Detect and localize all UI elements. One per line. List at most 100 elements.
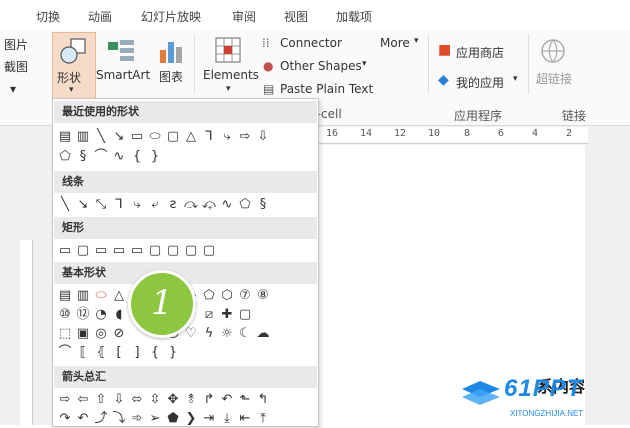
paste-plain-text-button[interactable]: Paste Plain Text <box>280 82 373 96</box>
cloud-icon[interactable]: ☁ <box>255 326 271 342</box>
left-brace-icon[interactable]: { <box>147 345 163 361</box>
arrow-line-icon[interactable]: ↘ <box>75 197 91 213</box>
tab-animations[interactable]: 动画 <box>88 8 112 25</box>
freeform-icon[interactable]: ⬠ <box>237 197 253 213</box>
rectangle-icon[interactable]: ▭ <box>57 243 73 259</box>
pictures-button[interactable]: 图片 <box>4 36 28 53</box>
curved-double-arrow-icon[interactable]: ⤽ <box>201 197 217 213</box>
left-up-arrow-icon[interactable]: ⬑ <box>237 392 253 408</box>
app-store-button[interactable]: 应用商店 <box>456 44 504 61</box>
double-arrow-line-icon[interactable]: ⤡ <box>93 197 109 213</box>
my-apps-button[interactable]: 我的应用 <box>456 74 504 91</box>
triangle-icon[interactable]: △ <box>111 288 127 304</box>
curve-icon[interactable]: ∿ <box>111 149 127 165</box>
dodecagon-icon[interactable]: ⑫ <box>75 307 91 323</box>
diagonal-stripe-icon[interactable]: ⧄ <box>201 307 217 323</box>
vertical-text-box-icon[interactable]: ▥ <box>75 288 91 304</box>
triangle-icon[interactable]: △ <box>183 129 199 145</box>
round-same-side-rectangle-icon[interactable]: ▢ <box>183 243 199 259</box>
left-right-up-arrow-icon[interactable]: ⥉ <box>183 392 199 408</box>
snip-round-rectangle-icon[interactable]: ▢ <box>147 243 163 259</box>
scribble-icon[interactable]: § <box>255 197 271 213</box>
connector-button[interactable]: Connector <box>280 36 342 50</box>
arrow-line-icon[interactable]: ↘ <box>111 129 127 145</box>
freeform-icon[interactable]: § <box>75 149 91 165</box>
oval-icon[interactable]: ⬭ <box>147 129 163 145</box>
curved-arrow-icon[interactable]: ⤼ <box>183 197 199 213</box>
rectangle-icon[interactable]: ▭ <box>129 129 145 145</box>
snip-diagonal-rectangle-icon[interactable]: ▭ <box>129 243 145 259</box>
cube-icon[interactable]: ⬚ <box>57 326 73 342</box>
sun-icon[interactable]: ☼ <box>219 326 235 342</box>
elbow-double-arrow-icon[interactable]: ⤶ <box>147 197 163 213</box>
elements-button[interactable]: Elements <box>203 68 259 82</box>
text-box-icon[interactable]: ▤ <box>57 129 73 145</box>
tab-slideshow[interactable]: 幻灯片放映 <box>141 8 201 25</box>
down-arrow-icon[interactable]: ⇩ <box>255 129 271 145</box>
hexagon-icon[interactable]: ⬡ <box>219 288 235 304</box>
lightning-icon[interactable]: ϟ <box>201 326 217 342</box>
smartart-button[interactable]: SmartArt <box>96 68 150 82</box>
right-brace-icon[interactable]: } <box>165 345 181 361</box>
bent-up-arrow-icon[interactable]: ↰ <box>255 392 271 408</box>
screenshot-button[interactable]: 截图 <box>4 58 28 75</box>
u-turn-arrow-icon[interactable]: ↶ <box>219 392 235 408</box>
bent-arrow-icon[interactable]: ↱ <box>201 392 217 408</box>
oval-icon[interactable]: ⬭ <box>93 288 109 304</box>
bevel-icon[interactable]: ▣ <box>75 326 91 342</box>
left-bracket-icon[interactable]: [ <box>111 345 127 361</box>
right-bracket-icon[interactable]: ] <box>129 345 145 361</box>
snip-shape-icon[interactable]: ⬠ <box>57 149 73 165</box>
line-icon[interactable]: ╲ <box>93 129 109 145</box>
left-right-arrow-icon[interactable]: ⬄ <box>129 392 145 408</box>
quad-arrow-icon[interactable]: ✥ <box>165 392 181 408</box>
elbow-connector-icon[interactable]: ⅂ <box>111 197 127 213</box>
shapes-button[interactable]: 形状 ▾ <box>52 32 96 100</box>
round-corner-rectangle-icon[interactable]: ▢ <box>165 243 181 259</box>
pentagon-icon[interactable]: ⬠ <box>201 288 217 304</box>
plaque-icon[interactable]: ▢ <box>237 307 253 323</box>
other-shapes-button[interactable]: Other Shapes <box>280 59 362 73</box>
snip-corner-rectangle-icon[interactable]: ▭ <box>93 243 109 259</box>
no-symbol-icon[interactable]: ⊘ <box>111 326 127 342</box>
plus-icon[interactable]: ✚ <box>219 307 235 323</box>
arc-icon[interactable]: ⌒ <box>57 345 73 361</box>
chord-icon[interactable]: ◖ <box>111 307 127 323</box>
octagon-icon[interactable]: ⑧ <box>255 288 271 304</box>
right-arrow-icon[interactable]: ⇨ <box>57 392 73 408</box>
moon-icon[interactable]: ☾ <box>237 326 253 342</box>
up-down-arrow-icon[interactable]: ⇳ <box>147 392 163 408</box>
pie-icon[interactable]: ◔ <box>93 307 109 323</box>
tab-view[interactable]: 视图 <box>284 8 308 25</box>
text-box-icon[interactable]: ▤ <box>57 288 73 304</box>
right-brace-icon[interactable]: } <box>147 149 163 165</box>
decagon-icon[interactable]: ⑩ <box>57 307 73 323</box>
tab-transitions[interactable]: 切换 <box>36 8 60 25</box>
more-button[interactable]: More <box>380 36 410 50</box>
chart-button[interactable]: 图表 <box>159 68 183 85</box>
left-brace-icon[interactable]: { <box>129 149 145 165</box>
arc-icon[interactable]: ⌒ <box>93 149 109 165</box>
double-bracket-icon[interactable]: ⟦ <box>75 345 91 361</box>
down-arrow-icon[interactable]: ⇩ <box>111 392 127 408</box>
line-icon[interactable]: ╲ <box>57 197 73 213</box>
right-arrow-icon[interactable]: ⇨ <box>237 129 253 145</box>
curve-icon[interactable]: ∿ <box>219 197 235 213</box>
curved-connector-icon[interactable]: ƨ <box>165 197 181 213</box>
elbow-arrow-icon[interactable]: ⤷ <box>219 129 235 145</box>
vertical-text-box-icon[interactable]: ▥ <box>75 129 91 145</box>
round-diagonal-rectangle-icon[interactable]: ▢ <box>201 243 217 259</box>
snip-same-side-rectangle-icon[interactable]: ▭ <box>111 243 127 259</box>
donut-icon[interactable]: ◎ <box>93 326 109 342</box>
elbow-arrow-icon[interactable]: ⤷ <box>129 197 145 213</box>
rounded-rectangle-icon[interactable]: ▢ <box>165 129 181 145</box>
left-arrow-icon[interactable]: ⇦ <box>75 392 91 408</box>
hyperlink-button[interactable]: 超链接 <box>536 70 572 87</box>
tab-review[interactable]: 审阅 <box>232 8 256 25</box>
up-arrow-icon[interactable]: ⇧ <box>93 392 109 408</box>
elbow-connector-icon[interactable]: ⅂ <box>201 129 217 145</box>
rounded-rectangle-icon[interactable]: ▢ <box>75 243 91 259</box>
double-brace-icon[interactable]: ⦃ <box>93 345 109 361</box>
tab-addins[interactable]: 加载项 <box>336 8 372 25</box>
heptagon-icon[interactable]: ⑦ <box>237 288 253 304</box>
